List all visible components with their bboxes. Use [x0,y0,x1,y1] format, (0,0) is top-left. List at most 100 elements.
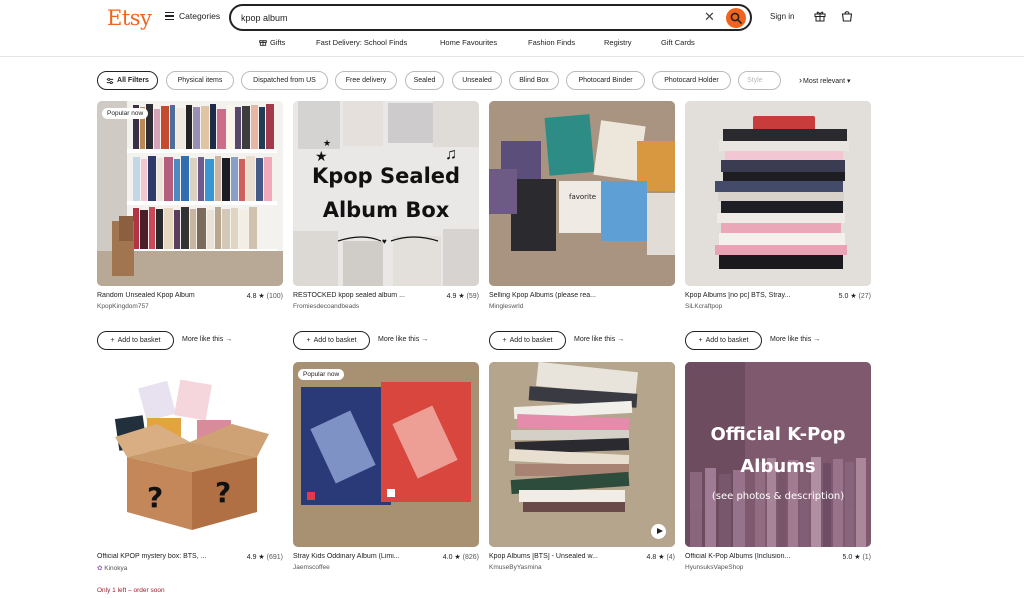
subnav-gift-cards[interactable]: Gift Cards [661,38,695,47]
listing-title[interactable]: RESTOCKED kpop sealed album ... [293,292,433,299]
more-like-this-link[interactable]: More like this → [770,336,820,343]
add-to-basket-button[interactable]: + Add to basket [685,331,762,350]
filter-icon [106,77,114,84]
shop-name[interactable]: Jaemscoffee [293,564,330,571]
image-headline-line-1: Official K-Pop [710,424,845,445]
more-like-this-link[interactable]: More like this → [574,336,624,343]
search-input[interactable] [241,11,681,25]
listing-info: Kpop Albums [BTS] - Unsealed w... 4.8 ★ … [489,553,675,563]
more-like-this-link[interactable]: More like this → [378,336,428,343]
add-to-basket-label: Add to basket [509,337,553,344]
add-to-basket-button[interactable]: + Add to basket [489,331,566,350]
filter-photocard-holder[interactable]: Photocard Holder [652,71,731,90]
listing-image[interactable]: favorite [489,101,675,286]
listing-image[interactable]: Popular now [97,101,283,286]
etsy-search-page: Etsy Categories ✕ Sign in [0,0,1024,598]
sign-in-link[interactable]: Sign in [770,12,794,21]
subnav-gifts[interactable]: Gifts [259,38,285,47]
filter-label: All Filters [117,77,149,84]
shop-name[interactable]: Mingleswrld [489,303,523,310]
listing-title[interactable]: Kpop Albums [no pc] BTS, Stray... [685,292,825,299]
filter-all-filters[interactable]: All Filters [97,71,158,90]
search-icon [730,12,742,24]
filter-free-delivery[interactable]: Free delivery [335,71,397,90]
menu-icon [165,12,174,20]
search-button[interactable] [726,8,746,28]
add-to-basket-label: Add to basket [117,337,161,344]
more-like-label: More like this [574,336,616,343]
more-like-this-link[interactable]: More like this → [182,336,232,343]
listing-image[interactable] [489,362,675,547]
svg-text:★: ★ [315,148,328,164]
rating-value: 4.9 [246,554,257,561]
clear-icon[interactable]: ✕ [704,9,715,25]
chevron-right-icon[interactable]: › [799,75,802,85]
star-icon: ★ [258,554,265,561]
listing-rating: 5.0 ★ (27) [839,292,871,300]
play-icon[interactable] [651,524,666,539]
basket-icon[interactable] [841,10,853,22]
svg-text:♥: ♥ [382,237,387,246]
filter-dispatched-from-us[interactable]: Dispatched from US [241,71,328,90]
subnav-gifts-label: Gifts [270,38,286,47]
add-to-basket-button[interactable]: + Add to basket [293,331,370,350]
listing-title[interactable]: Official KPOP mystery box: BTS, ... [97,553,237,560]
arrow-right-icon: → [225,336,233,343]
low-stock-note: Only 1 left – order soon [97,587,165,594]
subnav-fast-delivery[interactable]: Fast Delivery: School Finds [316,38,407,47]
arrow-right-icon: → [617,336,625,343]
filter-sealed[interactable]: Sealed [405,71,444,90]
filter-physical-items[interactable]: Physical items [166,71,234,90]
review-count: (691) [266,554,283,561]
etsy-logo[interactable]: Etsy [107,6,152,30]
listing-image[interactable]: Official K-Pop Albums (see photos & desc… [685,362,871,547]
listing-image[interactable]: Kpop Sealed Album Box ★ ★ ♫ ♥ [293,101,479,286]
add-to-basket-button[interactable]: + Add to basket [97,331,174,350]
shop-name[interactable]: Fromiesdecoandbeads [293,303,359,310]
review-count: (100) [266,293,283,300]
filter-photocard-binder[interactable]: Photocard Binder [566,71,645,90]
filter-unsealed[interactable]: Unsealed [452,71,502,90]
listing-image[interactable]: Popular now [293,362,479,547]
shop-name[interactable]: HyunsuksVapeShop [685,564,743,571]
add-to-basket-label: Add to basket [705,337,749,344]
listing-title[interactable]: Stray Kids Oddinary Album (Limi... [293,553,433,560]
filter-blind-box[interactable]: Blind Box [509,71,559,90]
svg-text:?: ? [215,476,231,509]
star-icon: ★ [458,293,465,300]
listing-title[interactable]: Random Unsealed Kpop Album [97,292,237,299]
image-headline-line-3: (see photos & description) [712,491,844,502]
review-count: (4) [666,554,675,561]
listing-rating: 5.0 ★ (1) [843,553,871,561]
listing-title[interactable]: Kpop Albums [BTS] - Unsealed w... [489,553,629,560]
sort-dropdown[interactable]: Most relevant ▾ [803,77,851,85]
listing-image[interactable]: ? ? [97,362,283,547]
rating-value: 4.0 [442,554,453,561]
image-headline-line-2: Albums [740,456,815,477]
search-bar: ✕ [229,4,752,31]
more-like-label: More like this [182,336,224,343]
image-headline-line-1: Kpop Sealed [312,164,460,188]
listing-title[interactable]: Official K-Pop Albums (Inclusion... [685,553,825,560]
listing-info: Stray Kids Oddinary Album (Limi... 4.0 ★… [293,553,479,563]
categories-button[interactable]: Categories [165,11,220,21]
shop-name[interactable]: KmuseByYasmina [489,564,542,571]
shop-name[interactable]: KpopKingdom757 [97,303,149,310]
subnav-fashion-finds[interactable]: Fashion Finds [528,38,575,47]
shop-name[interactable]: ✿ Kinokya [97,564,127,572]
gift-icon[interactable] [814,10,826,22]
gift-icon [259,40,267,46]
subnav-registry[interactable]: Registry [604,38,632,47]
shop-name[interactable]: SiLKcraftpop [685,303,722,310]
plus-icon: + [306,337,311,344]
filter-style[interactable]: Style [738,71,781,90]
star-seller-icon: ✿ [97,565,103,572]
subnav-home-favourites[interactable]: Home Favourites [440,38,497,47]
listing-title[interactable]: Selling Kpop Albums (please rea... [489,292,629,299]
star-icon: ★ [850,293,857,300]
listing-image[interactable] [685,101,871,286]
listing-info: Official KPOP mystery box: BTS, ... 4.9 … [97,553,283,563]
listing-rating: 4.8 ★ (4) [647,553,675,561]
shop-label: Kinokya [104,565,128,572]
star-icon: ★ [454,554,461,561]
